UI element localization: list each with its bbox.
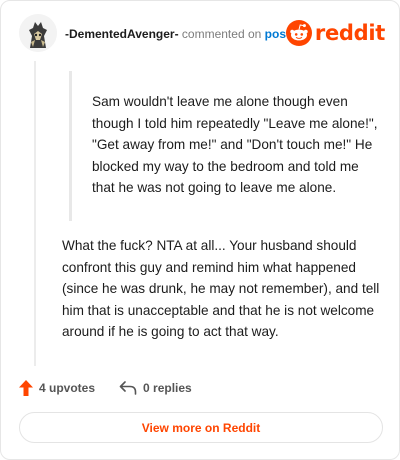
reddit-comment-embed: -DementedAvenger- commented on post redd…: [0, 0, 400, 460]
comment-body: What the fuck? NTA at all... Your husban…: [62, 238, 380, 340]
upvote-arrow-icon: [19, 380, 33, 396]
thread-line: [34, 61, 36, 366]
reddit-brand[interactable]: reddit: [285, 20, 385, 46]
comment-actions: 4 upvotes 0 replies: [19, 377, 216, 399]
quoted-text: Sam wouldn't leave me alone though even …: [92, 94, 378, 196]
reply-count: 0 replies: [143, 381, 192, 395]
reply-arrow-icon: [119, 381, 137, 395]
comment-header: -DementedAvenger- commented on post redd…: [19, 14, 385, 54]
avatar[interactable]: [19, 14, 57, 52]
author-name[interactable]: -DementedAvenger-: [65, 27, 179, 41]
reddit-snoo-icon: [285, 20, 312, 46]
comment-meta: -DementedAvenger- commented on post: [65, 27, 290, 41]
reddit-wordmark: reddit: [314, 21, 385, 45]
upvote-count: 4 upvotes: [39, 381, 96, 395]
reply-button[interactable]: 0 replies: [119, 381, 192, 395]
avatar-image: [19, 14, 57, 52]
commented-on-text: commented on: [181, 27, 262, 41]
view-more-button[interactable]: View more on Reddit: [19, 412, 383, 443]
quote-bar: [69, 71, 72, 221]
upvote-button[interactable]: 4 upvotes: [19, 380, 95, 396]
